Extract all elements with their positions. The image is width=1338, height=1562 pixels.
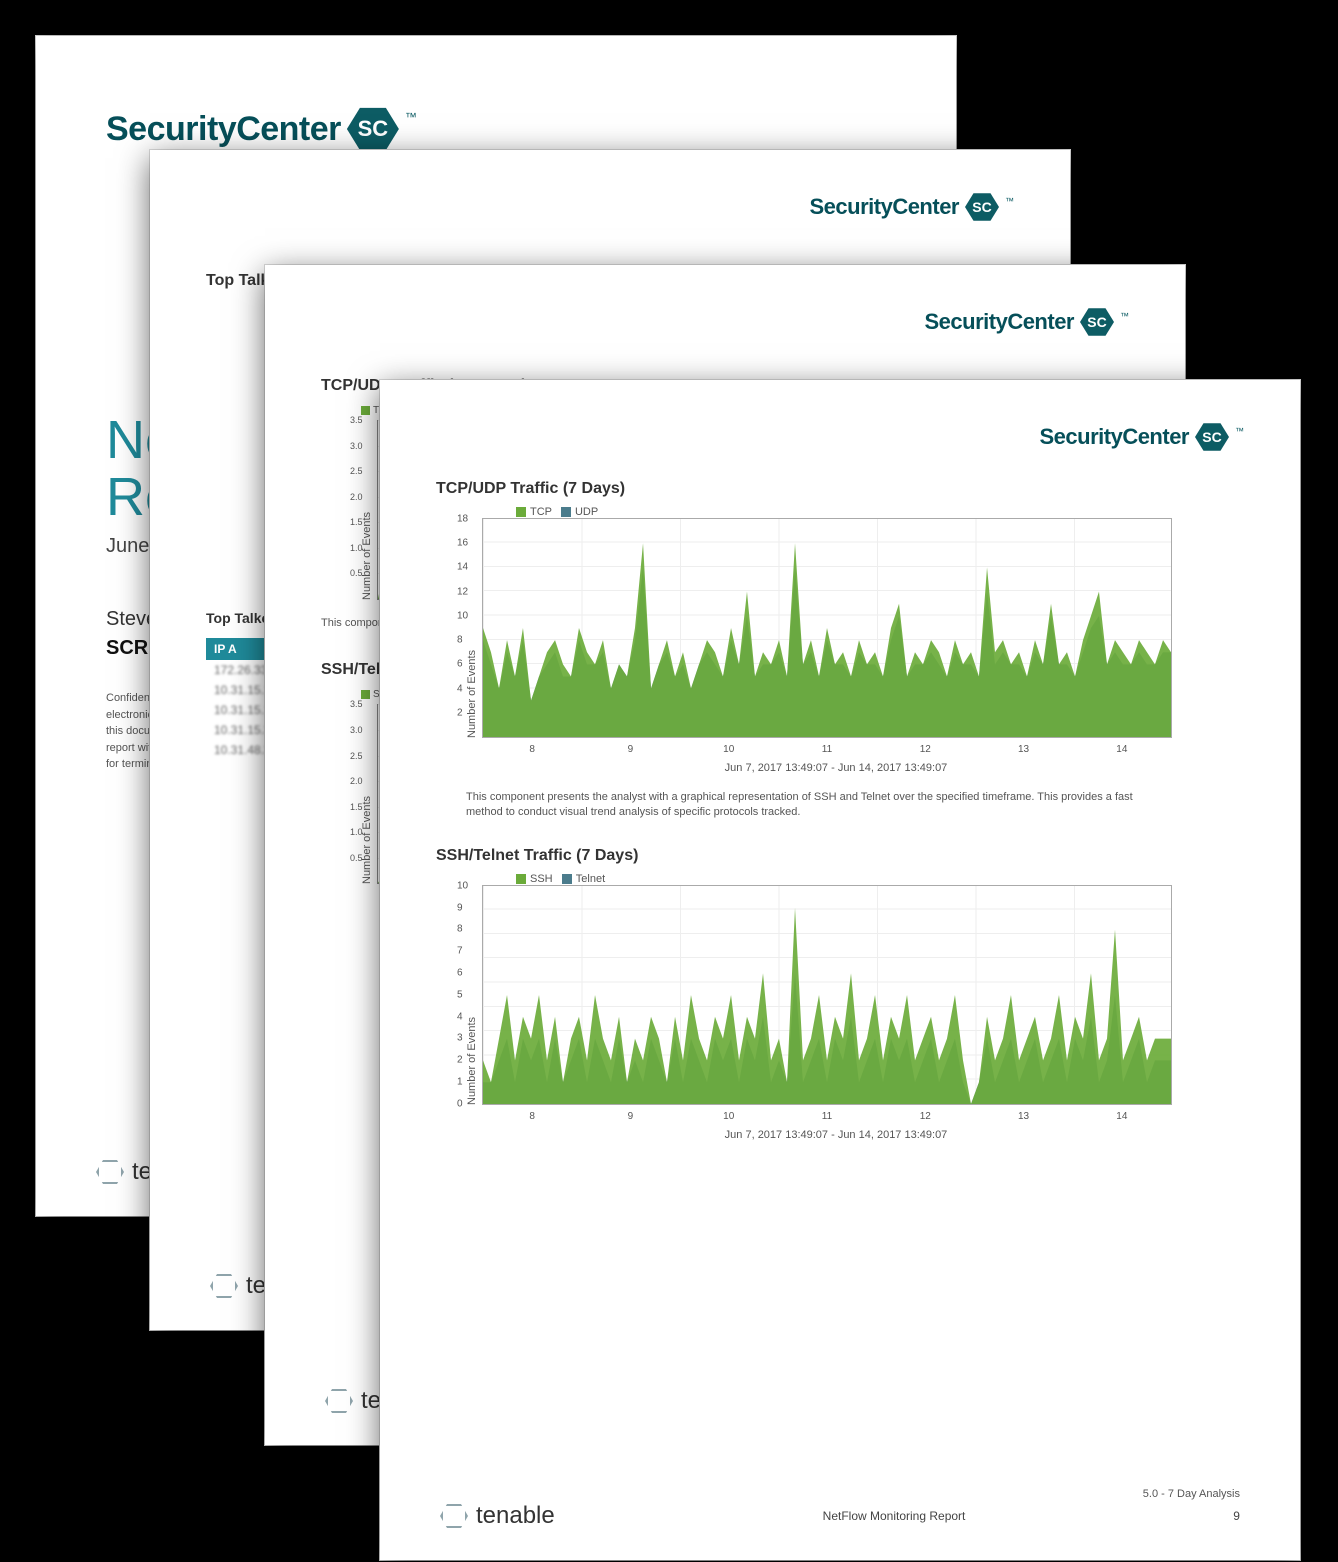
x-tick: 12 [920,1111,931,1122]
x-tick: 11 [822,1111,832,1122]
y-tick: 5 [457,989,463,1000]
x-tick: 9 [628,744,634,755]
x-tick: 11 [822,744,832,755]
securitycenter-logo: SecurityCenter SC ™ [1039,422,1244,452]
y-tick: 3.0 [350,441,363,451]
x-tick: 8 [529,744,535,755]
y-tick: 6 [457,659,463,670]
y-tick: 8 [457,924,463,935]
y-tick: 3.0 [350,725,363,735]
7day-traffic-page: SecurityCenter SC ™ TCP/UDP Traffic (7 D… [380,380,1300,1560]
y-tick: 4 [457,1011,463,1022]
y-tick: 1.0 [350,827,363,837]
y-axis-label: Number of Events [361,700,373,884]
y-axis-label: Number of Events [466,885,478,1105]
y-tick: 16 [457,538,468,549]
x-tick: 13 [1018,1111,1029,1122]
y-axis-label: Number of Events [361,416,373,600]
tcp-udp-7d-chart: TCP UDP Number of Events 246810121416188… [466,506,1206,774]
tenable-hex-icon [96,1159,124,1185]
chart-title: TCP/UDP Traffic (7 Days) [436,480,1244,498]
x-tick: 14 [1116,1111,1127,1122]
y-axis-label: Number of Events [466,518,478,738]
y-tick: 18 [457,514,468,525]
x-axis-label: Jun 7, 2017 13:49:07 - Jun 14, 2017 13:4… [466,762,1206,774]
securitycenter-logo: SecurityCenter SC ™ [106,106,886,152]
y-tick: 1.5 [350,802,363,812]
x-tick: 12 [920,744,931,755]
x-tick: 13 [1018,744,1029,755]
ssh-telnet-7d-chart: SSH Telnet Number of Events 012345678910… [466,873,1206,1141]
y-tick: 0 [457,1098,463,1109]
logo-text: SecurityCenter [106,110,341,149]
x-tick: 9 [628,1111,634,1122]
chart-title: SSH/Telnet Traffic (7 Days) [436,847,1244,865]
y-tick: 4 [457,683,463,694]
y-tick: 2 [457,1055,463,1066]
tenable-hex-icon [325,1388,353,1414]
chart-description: This component presents the analyst with… [466,790,1146,821]
trademark-icon: ™ [1235,426,1244,436]
y-tick: 1.5 [350,517,363,527]
y-tick: 14 [457,562,468,573]
sc-badge-icon: SC [347,106,399,152]
y-tick: 9 [457,902,463,913]
trademark-icon: ™ [1120,311,1129,321]
y-tick: 3 [457,1033,463,1044]
y-tick: 2.0 [350,492,363,502]
trademark-icon: ™ [405,110,417,124]
sc-badge-icon: SC [1080,307,1114,337]
footer-report-title: NetFlow Monitoring Report [823,1509,966,1523]
y-tick: 0.5 [350,853,363,863]
chart-legend: TCP UDP [516,506,1206,518]
y-tick: 2.0 [350,776,363,786]
y-tick: 2 [457,707,463,718]
tenable-logo: tenable [440,1502,555,1530]
page-footer: tenable NetFlow Monitoring Report 9 [440,1502,1240,1530]
tenable-hex-icon [210,1273,238,1299]
y-tick: 1.0 [350,543,363,553]
x-tick: 14 [1116,744,1127,755]
y-tick: 0.5 [350,568,363,578]
y-tick: 2.5 [350,466,363,476]
tenable-hex-icon [440,1503,468,1529]
y-tick: 3.5 [350,415,363,425]
trademark-icon: ™ [1005,196,1014,206]
x-axis-label: Jun 7, 2017 13:49:07 - Jun 14, 2017 13:4… [466,1129,1206,1141]
y-tick: 6 [457,967,463,978]
sc-badge-icon: SC [965,192,999,222]
sc-badge-icon: SC [1195,422,1229,452]
y-tick: 2.5 [350,751,363,761]
page-section-note: 5.0 - 7 Day Analysis [1143,1488,1240,1500]
securitycenter-logo: SecurityCenter SC ™ [924,307,1129,337]
y-tick: 8 [457,635,463,646]
y-tick: 10 [457,610,468,621]
x-tick: 8 [529,1111,535,1122]
y-tick: 10 [457,880,468,891]
footer-page-number: 9 [1233,1509,1240,1523]
y-tick: 1 [457,1076,463,1087]
y-tick: 7 [457,946,463,957]
y-tick: 12 [457,586,468,597]
chart-legend: SSH Telnet [516,873,1206,885]
y-tick: 3.5 [350,699,363,709]
x-tick: 10 [723,744,734,755]
securitycenter-logo: SecurityCenter SC ™ [809,192,1014,222]
x-tick: 10 [723,1111,734,1122]
